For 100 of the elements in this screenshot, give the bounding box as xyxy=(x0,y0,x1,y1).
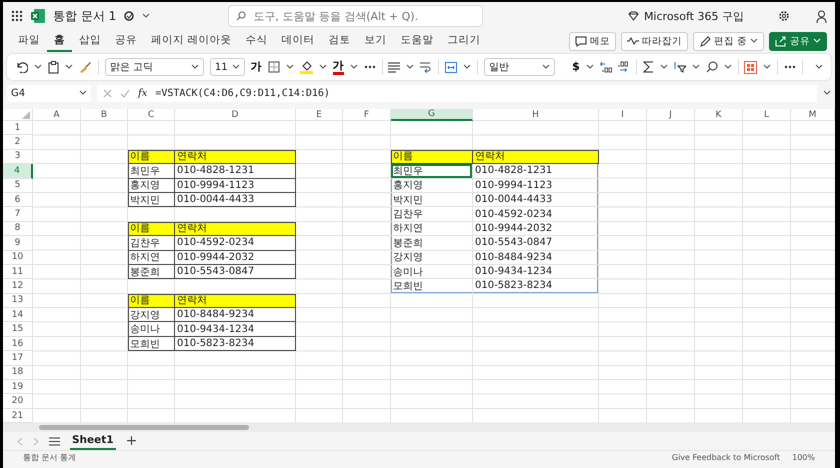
increase-decimal-icon[interactable] xyxy=(600,61,612,73)
table-cell[interactable]: 송미나 xyxy=(128,322,175,337)
table-cell[interactable]: 모희빈 xyxy=(391,279,473,294)
table-cell[interactable]: 이름 xyxy=(128,294,175,308)
decrease-decimal-icon[interactable] xyxy=(618,61,630,73)
table-cell[interactable]: 하지연 xyxy=(128,250,175,265)
share-button[interactable]: 공유 xyxy=(769,32,827,50)
table-cell[interactable]: 모희빈 xyxy=(128,336,175,352)
caret-icon[interactable] xyxy=(763,64,772,70)
column-header[interactable]: B xyxy=(81,109,128,121)
font-name-dropdown[interactable]: 맑은 고딕 xyxy=(104,58,204,76)
column-header[interactable]: E xyxy=(296,109,343,121)
workbook-statistics[interactable]: 통합 문서 통계 xyxy=(23,452,76,463)
ribbon-tab[interactable]: 페이지 레이아웃 xyxy=(144,30,238,52)
align-icon[interactable] xyxy=(388,62,400,72)
menu-icon[interactable] xyxy=(49,436,60,446)
scrollbar-thumb[interactable] xyxy=(39,425,249,430)
sync-icon[interactable] xyxy=(124,11,134,21)
caret-icon[interactable] xyxy=(724,64,732,70)
grid-icon[interactable] xyxy=(744,60,758,74)
ribbon-tab[interactable]: 보기 xyxy=(357,30,394,52)
table-cell[interactable]: 010-9434-1234 xyxy=(473,264,599,280)
caret-icon[interactable] xyxy=(463,64,472,70)
row-header[interactable]: 6 xyxy=(3,192,33,208)
column-header[interactable]: H xyxy=(473,109,599,121)
table-cell[interactable]: 010-8484-9234 xyxy=(175,308,296,322)
borders-icon[interactable] xyxy=(268,61,280,73)
more-icon[interactable] xyxy=(364,65,376,69)
ribbon-tab[interactable]: 공유 xyxy=(108,30,144,52)
catchup-button[interactable]: 따라잡기 xyxy=(620,32,688,50)
table-cell[interactable]: 010-9994-1123 xyxy=(175,178,296,193)
table-cell[interactable]: 송미나 xyxy=(391,264,473,280)
name-box[interactable]: G4 xyxy=(7,84,91,102)
fill-color-icon[interactable] xyxy=(300,60,313,74)
caret-icon[interactable] xyxy=(586,64,594,70)
ribbon-tab[interactable]: 삽입 xyxy=(72,30,108,52)
ribbon-tab[interactable]: 홈 xyxy=(47,30,72,52)
table-cell[interactable]: 010-4828-1231 xyxy=(473,164,599,179)
table-cell[interactable]: 010-4828-1231 xyxy=(175,164,296,179)
ribbon-tab[interactable]: 도움말 xyxy=(393,30,440,52)
table-cell[interactable]: 010-4592-0234 xyxy=(175,236,296,251)
table-cell[interactable]: 010-9944-2032 xyxy=(473,222,599,236)
ribbon-tab[interactable]: 데이터 xyxy=(274,30,322,52)
more-icon[interactable] xyxy=(784,65,796,69)
sheet-tab[interactable]: Sheet1 xyxy=(70,432,116,450)
row-header[interactable]: 9 xyxy=(3,236,33,251)
app-launcher-icon[interactable] xyxy=(11,10,23,22)
number-format-dropdown[interactable]: 일반 xyxy=(484,58,556,76)
currency-button[interactable]: $ xyxy=(572,61,580,73)
table-cell[interactable]: 010-9944-2032 xyxy=(175,250,296,265)
sort-filter-icon[interactable] xyxy=(674,61,686,73)
table-cell[interactable]: 강지영 xyxy=(391,250,473,265)
ribbon-tab[interactable]: 수식 xyxy=(238,30,274,52)
row-header[interactable]: 21 xyxy=(3,408,33,424)
table-cell[interactable]: 010-5543-0847 xyxy=(473,236,599,251)
wrap-text-icon[interactable] xyxy=(420,61,432,73)
caret-icon[interactable] xyxy=(406,64,414,70)
table-cell[interactable]: 010-8484-9234 xyxy=(473,250,599,265)
table-cell[interactable]: 최민우 xyxy=(128,164,175,179)
table-cell[interactable]: 010-5823-8234 xyxy=(473,279,599,294)
clipboard-icon[interactable] xyxy=(48,60,59,74)
paintbrush-icon[interactable] xyxy=(79,61,92,73)
column-header[interactable]: G xyxy=(391,109,473,121)
table-cell[interactable]: 최민우 xyxy=(391,164,473,179)
row-header[interactable]: 14 xyxy=(3,308,33,322)
font-size-dropdown[interactable]: 11 xyxy=(210,58,245,76)
table-cell[interactable]: 연락처 xyxy=(175,294,296,308)
zoom-level[interactable]: 100% xyxy=(792,452,815,462)
table-cell[interactable]: 이름 xyxy=(391,150,473,164)
table-cell[interactable]: 봉준희 xyxy=(391,236,473,251)
table-cell[interactable]: 010-5823-8234 xyxy=(175,336,296,352)
table-cell[interactable]: 010-0044-4433 xyxy=(473,192,599,208)
row-header[interactable]: 1 xyxy=(3,121,33,136)
purchase-link[interactable]: Microsoft 365 구입 xyxy=(628,8,744,24)
column-header[interactable]: A xyxy=(33,109,81,121)
check-icon[interactable] xyxy=(120,88,130,98)
caret-icon[interactable] xyxy=(142,13,150,19)
table-cell[interactable]: 010-4592-0234 xyxy=(473,207,599,222)
column-header[interactable]: I xyxy=(599,109,647,121)
function-label[interactable]: fx xyxy=(138,88,148,98)
row-header[interactable]: 4 xyxy=(3,164,33,179)
undo-icon[interactable] xyxy=(15,61,28,73)
sum-icon[interactable] xyxy=(642,61,654,73)
table-cell[interactable]: 010-9994-1123 xyxy=(473,178,599,193)
table-cell[interactable]: 이름 xyxy=(128,150,175,164)
table-cell[interactable]: 홍지영 xyxy=(391,178,473,193)
caret-icon[interactable] xyxy=(815,64,824,70)
column-header[interactable]: J xyxy=(647,109,695,121)
feedback-link[interactable]: Give Feedback to Microsoft xyxy=(672,452,780,462)
table-cell[interactable]: 김찬우 xyxy=(128,236,175,251)
row-header[interactable]: 16 xyxy=(3,336,33,352)
column-header[interactable]: M xyxy=(791,109,835,121)
table-cell[interactable]: 010-0044-4433 xyxy=(175,192,296,208)
column-header[interactable]: L xyxy=(743,109,791,121)
merge-cells-icon[interactable] xyxy=(445,62,458,72)
column-header[interactable]: K xyxy=(695,109,743,121)
table-cell[interactable]: 이름 xyxy=(128,222,175,236)
editing-button[interactable]: 편집 중 xyxy=(692,32,764,50)
account-icon[interactable] xyxy=(816,10,827,22)
caret-icon[interactable] xyxy=(65,64,73,70)
